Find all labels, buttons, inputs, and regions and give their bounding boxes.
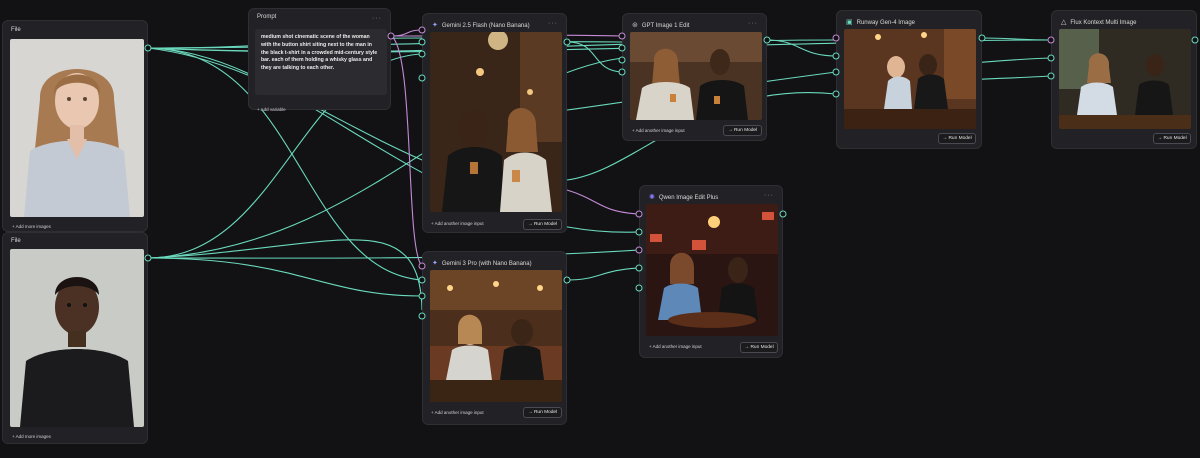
input-port[interactable] bbox=[635, 246, 643, 254]
add-more-images-link[interactable]: + Add more images bbox=[12, 434, 51, 439]
node-title: Gemini 3 Pro (with Nano Banana) bbox=[441, 260, 532, 267]
input-port[interactable] bbox=[1047, 54, 1055, 62]
input-port[interactable] bbox=[635, 210, 643, 218]
input-port[interactable] bbox=[418, 312, 426, 320]
run-model-button[interactable]: → Run Model bbox=[523, 219, 562, 230]
wire bbox=[981, 37, 1052, 41]
node-header: △ Flux Kontext Multi Image bbox=[1061, 19, 1136, 26]
input-port[interactable] bbox=[618, 32, 626, 40]
sparkle-icon: ✦ bbox=[432, 260, 438, 267]
input-port[interactable] bbox=[418, 262, 426, 270]
output-port[interactable] bbox=[763, 36, 771, 44]
node-title: Qwen Image Edit Plus bbox=[658, 194, 719, 201]
generated-image bbox=[844, 29, 976, 129]
input-port[interactable] bbox=[635, 264, 643, 272]
input-port[interactable] bbox=[635, 228, 643, 236]
input-port[interactable] bbox=[418, 26, 426, 34]
file-node[interactable]: File + Add more images bbox=[2, 20, 148, 232]
add-image-input-link[interactable]: + Add another image input bbox=[431, 410, 484, 415]
input-port[interactable] bbox=[832, 52, 840, 60]
output-port[interactable] bbox=[144, 44, 152, 52]
wire bbox=[566, 41, 623, 73]
output-port[interactable] bbox=[563, 38, 571, 46]
node-header: ✦ Gemini 2.5 Flash (Nano Banana) bbox=[432, 22, 530, 29]
wire bbox=[566, 189, 640, 215]
input-port[interactable] bbox=[418, 292, 426, 300]
node-title: Flux Kontext Multi Image bbox=[1070, 19, 1137, 26]
input-port[interactable] bbox=[618, 56, 626, 64]
node-title: Runway Gen-4 Image bbox=[856, 19, 915, 26]
more-options-button[interactable]: ··· bbox=[548, 20, 558, 27]
add-variable-link[interactable]: + Add variable bbox=[257, 107, 286, 112]
node-header: ✦ Gemini 3 Pro (with Nano Banana) bbox=[432, 260, 532, 267]
input-port[interactable] bbox=[832, 34, 840, 42]
generated-image bbox=[430, 32, 562, 212]
input-port[interactable] bbox=[832, 90, 840, 98]
node-header: ▣ Runway Gen-4 Image bbox=[846, 19, 915, 26]
output-port[interactable] bbox=[387, 32, 395, 40]
run-model-button[interactable]: → Run Model bbox=[938, 133, 976, 144]
output-port[interactable] bbox=[144, 254, 152, 262]
wire bbox=[147, 239, 423, 311]
run-model-button[interactable]: → Run Model bbox=[523, 407, 562, 418]
input-port[interactable] bbox=[832, 68, 840, 76]
input-port[interactable] bbox=[618, 44, 626, 52]
more-options-button[interactable]: ··· bbox=[764, 192, 774, 199]
wire bbox=[766, 39, 837, 57]
prompt-node[interactable]: Prompt ··· medium shot cinematic scene o… bbox=[248, 8, 391, 112]
sparkle-icon: ✦ bbox=[432, 22, 438, 29]
wire bbox=[390, 35, 423, 267]
node-title: GPT Image 1 Edit bbox=[641, 22, 690, 29]
gemini-pro-node[interactable]: ✦ Gemini 3 Pro (with Nano Banana) + Add … bbox=[422, 251, 567, 425]
node-title: File bbox=[11, 27, 21, 33]
output-port[interactable] bbox=[563, 276, 571, 284]
run-model-button[interactable]: → Run Model bbox=[723, 125, 762, 136]
flux-icon: △ bbox=[1061, 19, 1067, 26]
runway-icon: ▣ bbox=[846, 19, 853, 26]
generated-image bbox=[630, 32, 762, 120]
woman-portrait-image bbox=[10, 39, 144, 217]
run-model-button[interactable]: → Run Model bbox=[740, 342, 778, 353]
input-port[interactable] bbox=[418, 50, 426, 58]
gemini-flash-node[interactable]: ✦ Gemini 2.5 Flash (Nano Banana) ··· + A… bbox=[422, 13, 567, 233]
run-model-button[interactable]: → Run Model bbox=[1153, 133, 1191, 144]
file-node[interactable]: File + Add more images bbox=[2, 232, 148, 444]
wire bbox=[390, 29, 423, 37]
flux-node[interactable]: △ Flux Kontext Multi Image → Run Model bbox=[1051, 10, 1197, 149]
input-port[interactable] bbox=[618, 68, 626, 76]
runway-node[interactable]: ▣ Runway Gen-4 Image → Run Model bbox=[836, 10, 982, 149]
node-title: File bbox=[11, 238, 21, 244]
add-more-images-link[interactable]: + Add more images bbox=[12, 224, 51, 229]
add-image-input-link[interactable]: + Add another image input bbox=[632, 128, 685, 133]
node-title: Prompt bbox=[257, 14, 277, 20]
input-port[interactable] bbox=[1047, 72, 1055, 80]
input-port[interactable] bbox=[418, 276, 426, 284]
output-port[interactable] bbox=[1191, 36, 1199, 44]
qwen-icon: ✺ bbox=[649, 194, 655, 201]
more-options-button[interactable]: ··· bbox=[748, 20, 758, 27]
qwen-node[interactable]: ✺ Qwen Image Edit Plus ··· + Add another… bbox=[639, 185, 783, 358]
more-options-button[interactable]: ··· bbox=[372, 15, 382, 22]
node-title: Gemini 2.5 Flash (Nano Banana) bbox=[441, 22, 530, 29]
node-header: ⊛ GPT Image 1 Edit bbox=[632, 22, 689, 29]
prompt-text-area[interactable]: medium shot cinematic scene of the woman… bbox=[255, 29, 387, 95]
wire bbox=[566, 267, 640, 281]
node-header: ✺ Qwen Image Edit Plus bbox=[649, 194, 718, 201]
add-image-input-link[interactable]: + Add another image input bbox=[649, 344, 702, 349]
connection-wires bbox=[147, 29, 1052, 311]
generated-image bbox=[430, 270, 562, 402]
gpt-image-node[interactable]: ⊛ GPT Image 1 Edit ··· + Add another ima… bbox=[622, 13, 767, 141]
add-image-input-link[interactable]: + Add another image input bbox=[431, 221, 484, 226]
openai-icon: ⊛ bbox=[632, 22, 638, 29]
generated-image bbox=[1059, 29, 1191, 129]
wire bbox=[147, 257, 423, 297]
output-port[interactable] bbox=[779, 210, 787, 218]
input-port[interactable] bbox=[418, 38, 426, 46]
input-port[interactable] bbox=[1047, 36, 1055, 44]
input-port[interactable] bbox=[418, 74, 426, 82]
input-port[interactable] bbox=[635, 284, 643, 292]
man-portrait-image bbox=[10, 249, 144, 427]
generated-image bbox=[646, 204, 778, 336]
output-port[interactable] bbox=[978, 34, 986, 42]
